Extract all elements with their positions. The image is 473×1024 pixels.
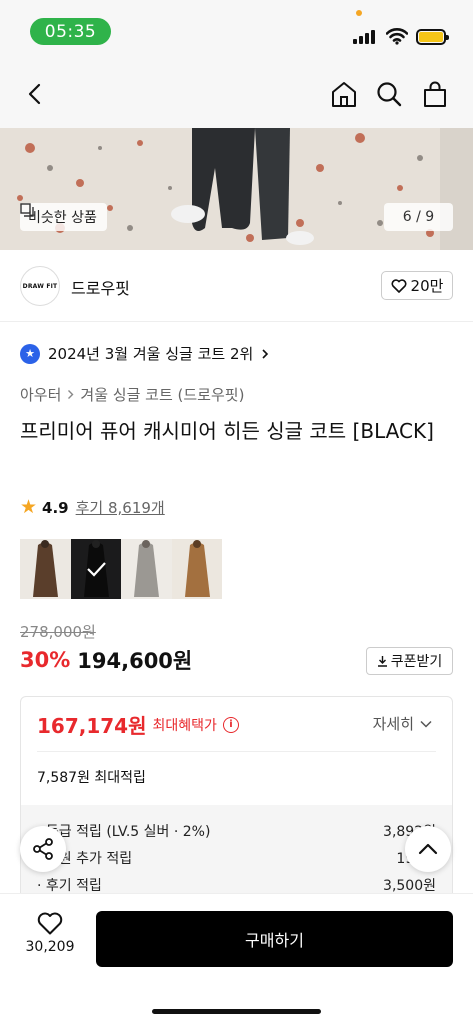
ranking-link[interactable]: ★ 2024년 3월 겨울 싱글 코트 2위 [20,343,269,364]
coupon-label: 쿠폰받기 [390,654,443,670]
star-icon: ★ [20,496,38,518]
home-button[interactable] [327,77,361,111]
info-icon[interactable]: i [222,716,239,733]
search-icon [377,82,402,107]
breadcrumb-category[interactable]: 아우터 [20,384,61,405]
rating-row: ★ 4.9 후기 8,619개 [20,497,165,518]
download-icon [377,656,387,667]
points-row-label: · 후기 적립 [37,878,102,894]
image-page-indicator: 6 / 9 [384,203,453,231]
cellular-signal-icon [353,30,377,44]
back-button[interactable] [18,77,52,111]
brand-like-button[interactable]: 20만 [381,271,453,300]
ranking-badge-icon: ★ [20,343,40,364]
search-button[interactable] [372,77,406,111]
cart-button[interactable] [418,77,452,111]
points-row: · 등급 적립 (LV.5 실버 · 2%) 3,892원 [37,821,436,841]
brand-like-count: 20만 [410,277,444,295]
points-breakdown: · 등급 적립 (LV.5 실버 · 2%) 3,892원 · 회원 추가 적립… [21,805,452,905]
privacy-indicator-dot [356,10,362,16]
heart-icon [37,912,63,935]
chevron-up-icon [418,843,438,855]
color-variant-thumbnail[interactable] [20,539,71,599]
color-variant-thumbnail[interactable] [121,539,172,599]
chevron-down-icon [420,720,432,728]
color-variant-thumbnail[interactable] [171,539,222,599]
discount-rate: 30% [20,648,71,672]
brand-name[interactable]: 드로우핏 [71,275,130,299]
chevron-right-icon [262,348,269,359]
similar-products-label: 비슷한 상품 [28,210,97,226]
points-total: 7,587원 최대적립 [37,770,146,786]
chevron-right-icon [68,390,74,399]
original-price: 278,000원 [20,623,96,641]
similar-products-button[interactable]: 비슷한 상품 [20,203,107,231]
coupon-download-button[interactable]: 쿠폰받기 [366,647,453,675]
brand-logo[interactable]: DRAW FIT [20,266,60,306]
chevron-left-icon [28,83,41,105]
product-photo [0,128,473,250]
points-row: · 회원 추가 적립 195원 [37,848,436,868]
breadcrumb-subcategory[interactable]: 겨울 싱글 코트 (드로우핏) [80,384,244,405]
max-benefit-label: 최대혜택가 [152,717,217,734]
points-row: · 후기 적립 3,500원 [37,875,436,895]
color-variant-thumbnails [20,539,222,599]
detail-toggle-button[interactable]: 자세히 [373,713,432,734]
status-bar: 05:35 [0,0,473,62]
rating-value: 4.9 [42,498,69,517]
points-row-value: 3,500원 [383,878,436,894]
home-indicator [152,1009,321,1014]
heart-icon [391,278,407,293]
wishlist-button[interactable]: 30,209 [20,912,80,955]
brand-row: DRAW FIT 드로우핏 20만 [0,250,473,322]
wishlist-count: 30,209 [25,939,75,955]
product-image-carousel[interactable]: 비슷한 상품 6 / 9 [0,128,473,250]
share-icon [33,838,53,860]
home-icon [332,82,356,107]
product-title: 프리미어 퓨어 캐시미어 히든 싱글 코트 [BLACK] [20,419,434,443]
divider [37,751,436,752]
price-row: 30% 194,600원 [20,645,192,675]
max-benefit-header: 167,174원 최대혜택가 i [37,710,239,739]
detail-toggle-label: 자세히 [372,715,414,733]
sale-price: 194,600원 [77,649,193,673]
review-count-link[interactable]: 후기 8,619개 [76,497,165,518]
share-button[interactable] [20,826,66,872]
ranking-label: 2024년 3월 겨울 싱글 코트 2위 [48,345,254,363]
breadcrumb: 아우터 겨울 싱글 코트 (드로우핏) [20,384,244,405]
similar-items-icon [20,203,34,217]
color-variant-thumbnail-selected[interactable] [70,539,121,599]
battery-icon [416,29,449,45]
top-nav-bar [0,62,473,128]
bottom-action-bar: 30,209 구매하기 [0,893,473,1024]
status-time: 05:35 [30,18,111,45]
scroll-top-button[interactable] [405,826,451,872]
max-benefit-price: 167,174원 [37,714,147,738]
wifi-icon [386,28,408,45]
shopping-bag-icon [424,81,446,107]
buy-button[interactable]: 구매하기 [96,911,453,967]
benefit-box: 167,174원 최대혜택가 i 자세히 7,587원 최대적립 · 등급 적립… [20,696,453,906]
